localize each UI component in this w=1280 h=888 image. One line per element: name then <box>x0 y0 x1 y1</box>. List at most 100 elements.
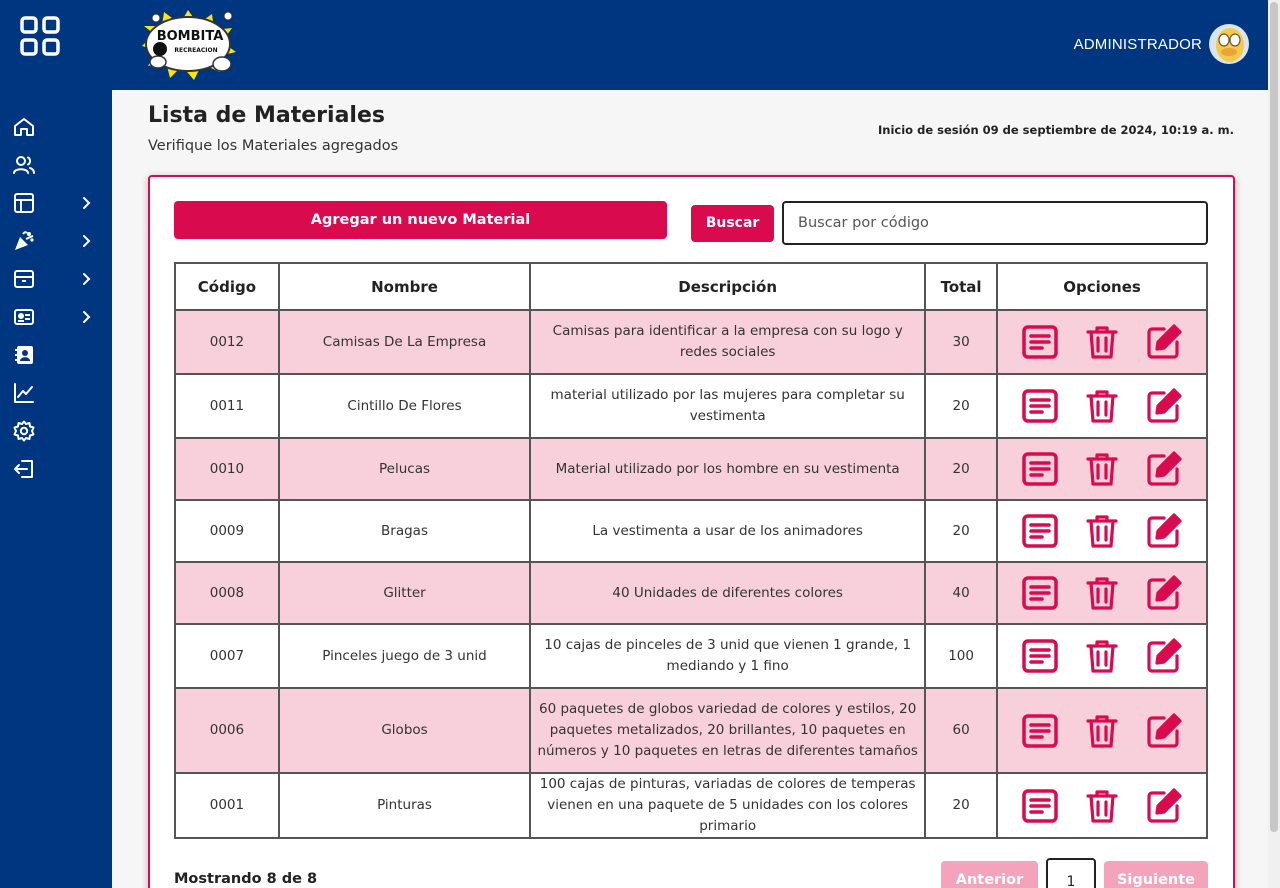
cell-total: 60 <box>924 687 999 774</box>
details-icon[interactable] <box>1021 574 1059 612</box>
search-input[interactable] <box>782 201 1208 245</box>
cell-total: 20 <box>924 437 999 501</box>
scrollbar-thumb[interactable] <box>1270 2 1278 832</box>
delete-icon[interactable] <box>1083 712 1121 750</box>
delete-icon[interactable] <box>1083 637 1121 675</box>
cell-code: 0006 <box>174 687 280 774</box>
sidebar-item-logout[interactable] <box>12 455 102 483</box>
delete-icon[interactable] <box>1083 323 1121 361</box>
sidebar-item-users[interactable] <box>12 151 102 179</box>
delete-icon[interactable] <box>1083 512 1121 550</box>
cell-description: 100 cajas de pinturas, variadas de color… <box>529 772 927 839</box>
details-icon[interactable] <box>1021 387 1059 425</box>
party-icon <box>15 231 34 250</box>
header-total[interactable]: Total <box>924 262 999 311</box>
cell-code: 0008 <box>174 561 280 625</box>
cell-name: Glitter <box>277 561 532 625</box>
top-bar: BOMBITA RECREACION ADMINISTRADOR <box>0 0 1280 90</box>
logo-text-bottom: RECREACION <box>174 47 217 54</box>
delete-icon[interactable] <box>1083 450 1121 488</box>
edit-icon[interactable] <box>1145 387 1183 425</box>
delete-icon[interactable] <box>1083 574 1121 612</box>
page-scrollbar[interactable] <box>1268 0 1280 888</box>
table-header-row: Código Nombre Descripción Total Opciones <box>174 262 1208 311</box>
cell-code: 0001 <box>174 772 280 839</box>
header-name[interactable]: Nombre <box>277 262 532 311</box>
header-code[interactable]: Código <box>174 262 280 311</box>
cell-total: 30 <box>924 309 999 375</box>
next-page-button[interactable]: Siguiente <box>1104 861 1208 888</box>
contacts-icon <box>15 346 33 364</box>
edit-icon[interactable] <box>1145 574 1183 612</box>
materials-table: Código Nombre Descripción Total Opciones… <box>174 262 1208 839</box>
cell-code: 0010 <box>174 437 280 501</box>
sidebar-item-home[interactable] <box>12 113 102 141</box>
sidebar-item-stats[interactable] <box>12 379 102 407</box>
cell-description: material utilizado por las mujeres para … <box>529 373 927 439</box>
search-button[interactable]: Buscar <box>691 205 774 242</box>
cell-description: Camisas para identificar a la empresa co… <box>529 309 927 375</box>
add-material-button[interactable]: Agregar un nuevo Material <box>174 201 667 239</box>
chevron-right-icon <box>83 273 91 285</box>
edit-icon[interactable] <box>1145 450 1183 488</box>
cell-name: Camisas De La Empresa <box>277 309 532 375</box>
sidebar-item-settings[interactable] <box>12 417 102 445</box>
details-icon[interactable] <box>1021 787 1059 825</box>
table-row: 0007 Pinceles juego de 3 unid 10 cajas de … <box>174 623 1208 689</box>
sidebar-item-contacts[interactable] <box>12 341 102 369</box>
details-icon[interactable] <box>1021 712 1059 750</box>
cell-total: 40 <box>924 561 999 625</box>
cell-options <box>996 772 1208 839</box>
cell-options <box>996 687 1208 774</box>
showing-count: Mostrando 8 de 8 <box>174 871 318 887</box>
settings-icon <box>13 420 35 442</box>
table-row: 0006 Globos 60 paquetes de globos variedad… <box>174 687 1208 774</box>
sidebar-item-archive[interactable] <box>12 265 102 293</box>
user-name: ADMINISTRADOR <box>1073 35 1202 53</box>
sidebar-item-id-card[interactable] <box>12 303 102 331</box>
id-card-icon <box>14 309 34 325</box>
edit-icon[interactable] <box>1145 637 1183 675</box>
table-row: 0010 Pelucas Material utilizado por los ho… <box>174 437 1208 501</box>
delete-icon[interactable] <box>1083 387 1121 425</box>
cell-total: 100 <box>924 623 999 689</box>
table-row: 0012 Camisas De La Empresa Camisas para id… <box>174 309 1208 375</box>
cell-total: 20 <box>924 772 999 839</box>
cell-description: 10 cajas de pinceles de 3 unid que viene… <box>529 623 927 689</box>
delete-icon[interactable] <box>1083 787 1121 825</box>
layout-icon <box>14 193 34 213</box>
current-page[interactable]: 1 <box>1046 858 1096 888</box>
edit-icon[interactable] <box>1145 323 1183 361</box>
cell-options <box>996 499 1208 563</box>
previous-page-button[interactable]: Anterior <box>941 861 1038 888</box>
table-row: 0001 Pinturas 100 cajas de pinturas, varia… <box>174 772 1208 839</box>
chevron-right-icon <box>83 311 91 323</box>
details-icon[interactable] <box>1021 637 1059 675</box>
sidebar-item-layout[interactable] <box>12 189 102 217</box>
edit-icon[interactable] <box>1145 712 1183 750</box>
chart-icon <box>14 383 34 403</box>
sidebar <box>0 90 112 888</box>
cell-name: Globos <box>277 687 532 774</box>
cell-description: La vestimenta a usar de los animadores <box>529 499 927 563</box>
cell-total: 20 <box>924 373 999 439</box>
cell-name: Bragas <box>277 499 532 563</box>
logo-text-top: BOMBITA <box>157 29 224 44</box>
user-menu[interactable]: ADMINISTRADOR <box>1074 22 1250 66</box>
home-icon <box>14 118 34 136</box>
edit-icon[interactable] <box>1145 512 1183 550</box>
cell-name: Pelucas <box>277 437 532 501</box>
details-icon[interactable] <box>1021 450 1059 488</box>
header-description[interactable]: Descripción <box>529 262 927 311</box>
sidebar-item-party[interactable] <box>12 227 102 255</box>
session-info: Inicio de sesión 09 de septiembre de 202… <box>878 123 1234 137</box>
details-icon[interactable] <box>1021 323 1059 361</box>
chevron-right-icon <box>83 197 91 209</box>
cell-name: Pinceles juego de 3 unid <box>277 623 532 689</box>
edit-icon[interactable] <box>1145 787 1183 825</box>
details-icon[interactable] <box>1021 512 1059 550</box>
bombita-logo[interactable]: BOMBITA RECREACION <box>136 6 240 82</box>
cell-code: 0011 <box>174 373 280 439</box>
archive-icon <box>14 270 34 288</box>
apps-grid-icon[interactable] <box>20 16 60 56</box>
